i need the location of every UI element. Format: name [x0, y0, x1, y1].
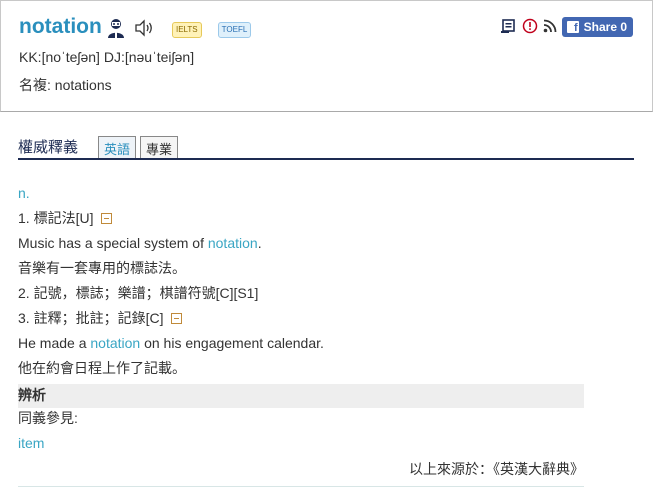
tab-english[interactable]: 英語 [98, 136, 137, 158]
sense-1-text: 1. 標記法[U] [18, 210, 94, 226]
sense-1: 1. 標記法[U] [18, 209, 588, 234]
rss-icon[interactable] [543, 19, 557, 36]
toefl-tag[interactable]: TOEFL [217, 21, 252, 38]
tabs-title: 權威釋義 [18, 139, 79, 156]
source-note: 以上來源於：《英漢大辭典》 [409, 461, 584, 477]
example-2-before: He made a [18, 335, 91, 351]
part-of-speech: n. [18, 184, 588, 209]
example-1-after: . [257, 235, 262, 251]
collapse-icon[interactable] [171, 313, 183, 324]
example-1-before: Music has a special system of [18, 235, 208, 251]
facebook-icon: f [566, 21, 579, 34]
sense-2: 2. 記號，標誌；樂譜；棋譜符號[C][S1] [18, 285, 259, 301]
headword-icons: IELTS TOEFL [106, 17, 252, 42]
definition-content: n. 1. 標記法[U] Music has a special system … [18, 184, 588, 487]
divider [18, 486, 584, 487]
synonym-label: 同義參見: [18, 410, 78, 426]
word-header: notation IELTS TOEFL f Share 0 KK:[noˈte… [0, 0, 653, 112]
example-1-highlight: notation [207, 235, 258, 251]
example-1-translation: 音樂有一套專用的標誌法。 [18, 260, 186, 276]
plural-form: 名複: notations [19, 77, 112, 93]
example-2-highlight: notation [90, 335, 141, 351]
tab-professional[interactable]: 專業 [140, 136, 179, 158]
share-label: Share 0 [583, 20, 627, 34]
example-1: Music has a special system of notation. [18, 234, 588, 259]
definition-tabs: 權威釋義 英語 專業 [18, 134, 634, 160]
example-2-translation: 他在約會日程上作了記載。 [18, 360, 186, 376]
collapse-icon[interactable] [101, 213, 113, 224]
synonym-link[interactable]: item [18, 435, 44, 451]
sense-3: 3. 註釋；批註；記錄[C] [18, 309, 588, 334]
example-2: He made a notation on his engagement cal… [18, 334, 588, 359]
ielts-tag[interactable]: IELTS [172, 21, 202, 38]
section-heading: 辨析 [18, 384, 584, 408]
report-icon[interactable] [522, 18, 538, 37]
header-actions: f Share 0 [500, 17, 633, 37]
person-icon[interactable] [106, 17, 126, 42]
pronunciation: KK:[noˈteʃən] DJ:[nəuˈteiʃən] [19, 49, 195, 65]
synonym-row: item [18, 434, 588, 459]
sense-3-text: 3. 註釋；批註；記錄[C] [18, 310, 164, 326]
facebook-share-button[interactable]: f Share 0 [561, 17, 633, 37]
example-2-after: on his engagement calendar. [140, 335, 324, 351]
headword: notation [19, 15, 102, 38]
wordbook-icon[interactable] [500, 18, 517, 37]
pos-label: n. [18, 185, 30, 201]
speaker-icon[interactable] [134, 19, 154, 40]
